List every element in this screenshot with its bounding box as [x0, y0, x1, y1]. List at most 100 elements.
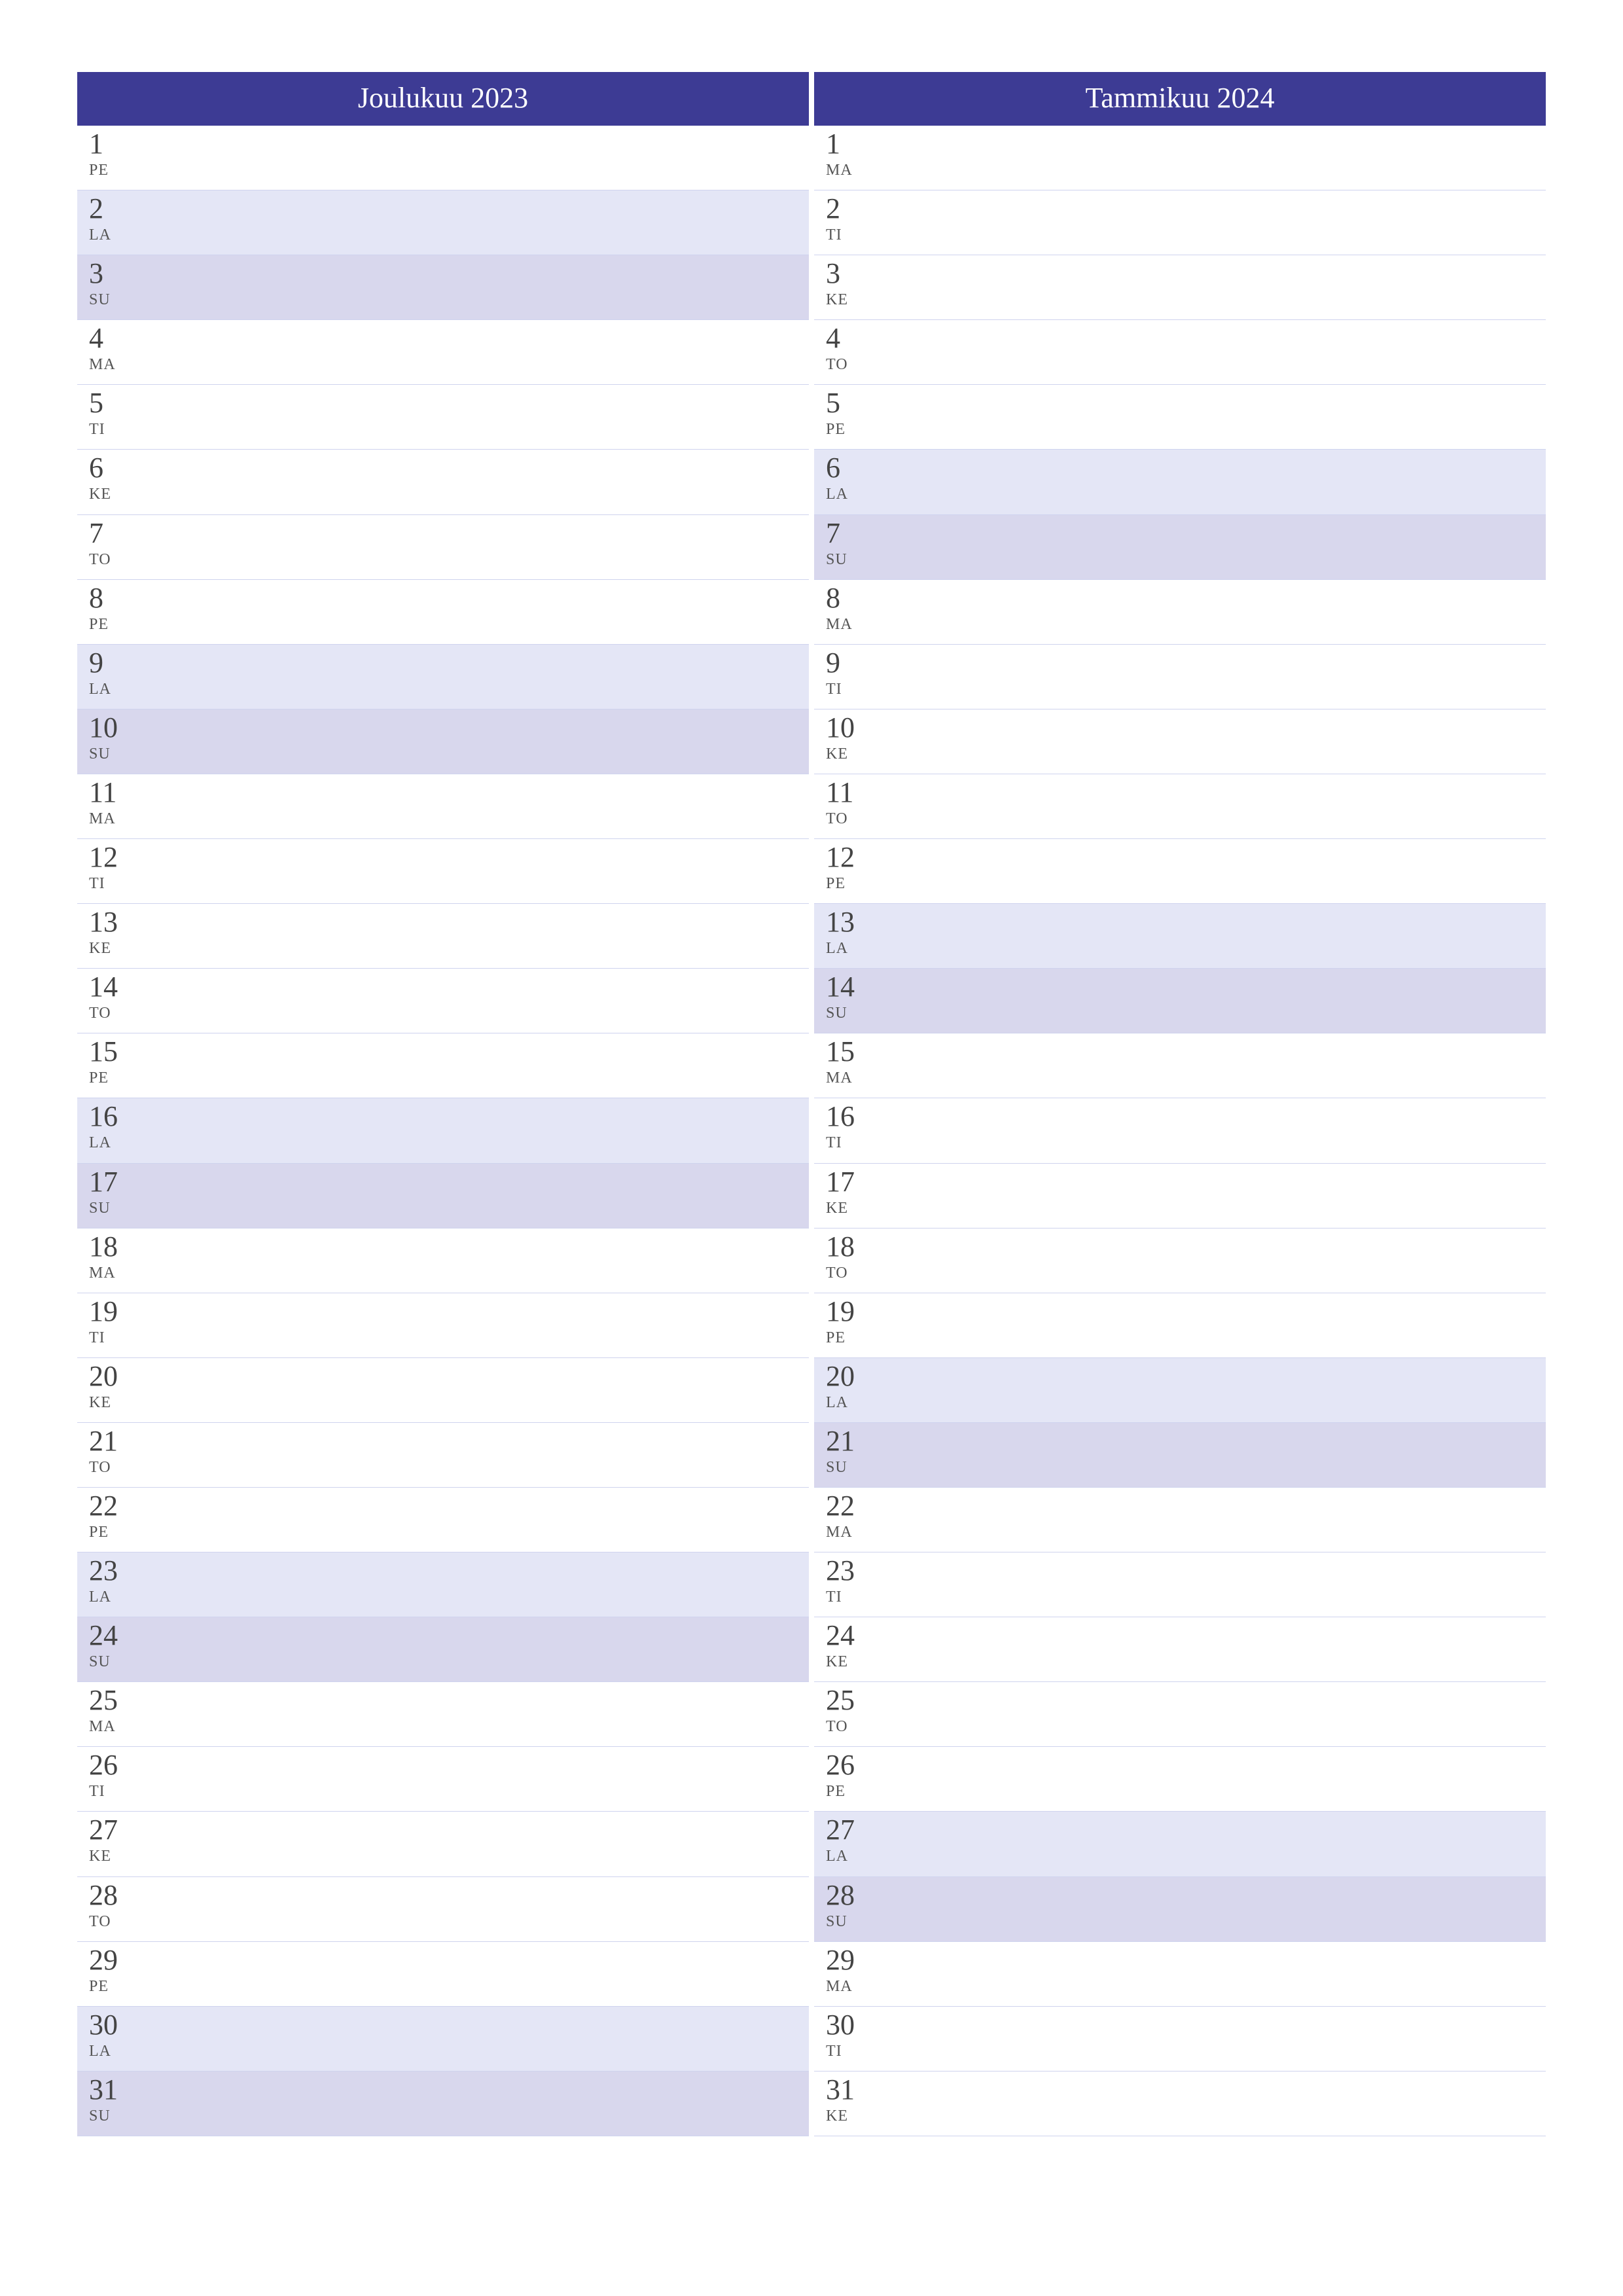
- day-weekday: TI: [826, 227, 1546, 243]
- day-cell[interactable]: 15MA: [814, 1033, 1546, 1098]
- day-weekday: PE: [826, 876, 1546, 891]
- day-weekday: TI: [89, 1330, 809, 1346]
- day-weekday: PE: [826, 422, 1546, 437]
- day-cell[interactable]: 4MA: [77, 320, 809, 385]
- day-cell[interactable]: 19 PE: [814, 1293, 1546, 1358]
- day-cell[interactable]: 8PE: [77, 580, 809, 645]
- day-cell[interactable]: 10 SU: [77, 709, 809, 774]
- day-cell[interactable]: 7TO: [77, 515, 809, 580]
- day-cell[interactable]: 17SU: [77, 1164, 809, 1229]
- day-number: 10: [89, 713, 809, 742]
- day-cell[interactable]: 3SU: [77, 255, 809, 320]
- day-cell[interactable]: 4 TO: [814, 320, 1546, 385]
- day-cell[interactable]: 1PE: [77, 126, 809, 190]
- day-cell[interactable]: 20LA: [814, 1358, 1546, 1423]
- day-weekday: TO: [826, 357, 1546, 372]
- day-number: 30: [89, 2011, 809, 2039]
- day-cell[interactable]: 14SU: [814, 969, 1546, 1033]
- day-cell[interactable]: 23TI: [814, 1552, 1546, 1617]
- day-cell[interactable]: 31KE: [814, 2072, 1546, 2136]
- day-number: 1: [826, 130, 1546, 158]
- day-cell[interactable]: 8MA: [814, 580, 1546, 645]
- day-weekday: MA: [89, 1719, 809, 1734]
- day-cell[interactable]: 22MA: [814, 1488, 1546, 1552]
- day-cell[interactable]: 12 TI: [77, 839, 809, 904]
- day-weekday: TI: [89, 422, 809, 437]
- day-cell[interactable]: 28TO: [77, 1877, 809, 1942]
- day-number: 29: [826, 1946, 1546, 1975]
- day-cell[interactable]: 21SU: [814, 1423, 1546, 1488]
- day-weekday: KE: [826, 1654, 1546, 1670]
- day-cell[interactable]: 1MA: [814, 126, 1546, 190]
- day-cell[interactable]: 13KE: [77, 904, 809, 969]
- day-number: 10: [826, 713, 1546, 742]
- day-cell[interactable]: 13LA: [814, 904, 1546, 969]
- day-cell[interactable]: 19TI: [77, 1293, 809, 1358]
- day-cell[interactable]: 18MA: [77, 1229, 809, 1293]
- day-number: 22: [826, 1492, 1546, 1520]
- day-cell[interactable]: 17KE: [814, 1164, 1546, 1229]
- day-cell[interactable]: 29PE: [77, 1942, 809, 2007]
- day-number: 4: [826, 324, 1546, 353]
- day-cell[interactable]: 7SU: [814, 515, 1546, 580]
- day-cell[interactable]: 16TI: [814, 1098, 1546, 1163]
- day-cell[interactable]: 20KE: [77, 1358, 809, 1423]
- day-cell[interactable]: 5PE: [814, 385, 1546, 450]
- day-cell[interactable]: 27LA: [814, 1812, 1546, 1876]
- day-cell[interactable]: 25MA: [77, 1682, 809, 1747]
- day-weekday: KE: [826, 292, 1546, 308]
- day-cell[interactable]: 12PE: [814, 839, 1546, 904]
- day-cell[interactable]: 29MA: [814, 1942, 1546, 2007]
- day-cell[interactable]: 11TO: [814, 774, 1546, 839]
- day-number: 26: [89, 1751, 809, 1780]
- day-weekday: LA: [89, 1135, 809, 1151]
- day-cell[interactable]: 28SU: [814, 1877, 1546, 1942]
- day-cell[interactable]: 24SU: [77, 1617, 809, 1682]
- day-cell[interactable]: 15PE: [77, 1033, 809, 1098]
- day-weekday: PE: [826, 1784, 1546, 1799]
- day-cell[interactable]: 23LA: [77, 1552, 809, 1617]
- day-weekday: KE: [826, 746, 1546, 762]
- day-weekday: LA: [826, 1848, 1546, 1864]
- day-number: 31: [826, 2075, 1546, 2104]
- day-cell[interactable]: 25TO: [814, 1682, 1546, 1747]
- day-cell[interactable]: 9LA: [77, 645, 809, 709]
- day-number: 6: [89, 454, 809, 482]
- day-weekday: PE: [826, 1330, 1546, 1346]
- day-cell[interactable]: 9TI: [814, 645, 1546, 709]
- day-number: 21: [89, 1427, 809, 1456]
- day-cell[interactable]: 26TI: [77, 1747, 809, 1812]
- day-number: 12: [89, 843, 809, 872]
- day-cell[interactable]: 24KE: [814, 1617, 1546, 1682]
- day-number: 3: [826, 259, 1546, 288]
- day-weekday: LA: [826, 1395, 1546, 1410]
- day-cell[interactable]: 10 KE: [814, 709, 1546, 774]
- day-cell[interactable]: 30TI: [814, 2007, 1546, 2072]
- day-cell[interactable]: 2TI: [814, 190, 1546, 255]
- day-cell[interactable]: 27KE: [77, 1812, 809, 1876]
- day-number: 19: [826, 1297, 1546, 1326]
- day-cell[interactable]: 18TO: [814, 1229, 1546, 1293]
- day-cell[interactable]: 3 KE: [814, 255, 1546, 320]
- day-weekday: PE: [89, 1979, 809, 1994]
- day-cell[interactable]: 6KE: [77, 450, 809, 514]
- day-cell[interactable]: 31SU: [77, 2072, 809, 2136]
- day-cell[interactable]: 6LA: [814, 450, 1546, 514]
- day-weekday: TI: [826, 1589, 1546, 1605]
- day-cell[interactable]: 16LA: [77, 1098, 809, 1163]
- day-cell[interactable]: 5TI: [77, 385, 809, 450]
- day-weekday: TI: [89, 876, 809, 891]
- day-cell[interactable]: 26PE: [814, 1747, 1546, 1812]
- day-cell[interactable]: 30 LA: [77, 2007, 809, 2072]
- day-cell[interactable]: 2LA: [77, 190, 809, 255]
- day-cell[interactable]: 14TO: [77, 969, 809, 1033]
- day-weekday: SU: [89, 746, 809, 762]
- day-weekday: LA: [89, 2043, 809, 2059]
- day-cell[interactable]: 11MA: [77, 774, 809, 839]
- day-weekday: SU: [826, 1460, 1546, 1475]
- day-cell[interactable]: 21TO: [77, 1423, 809, 1488]
- day-number: 18: [826, 1232, 1546, 1261]
- day-number: 7: [826, 519, 1546, 548]
- day-cell[interactable]: 22PE: [77, 1488, 809, 1552]
- day-number: 27: [89, 1816, 809, 1844]
